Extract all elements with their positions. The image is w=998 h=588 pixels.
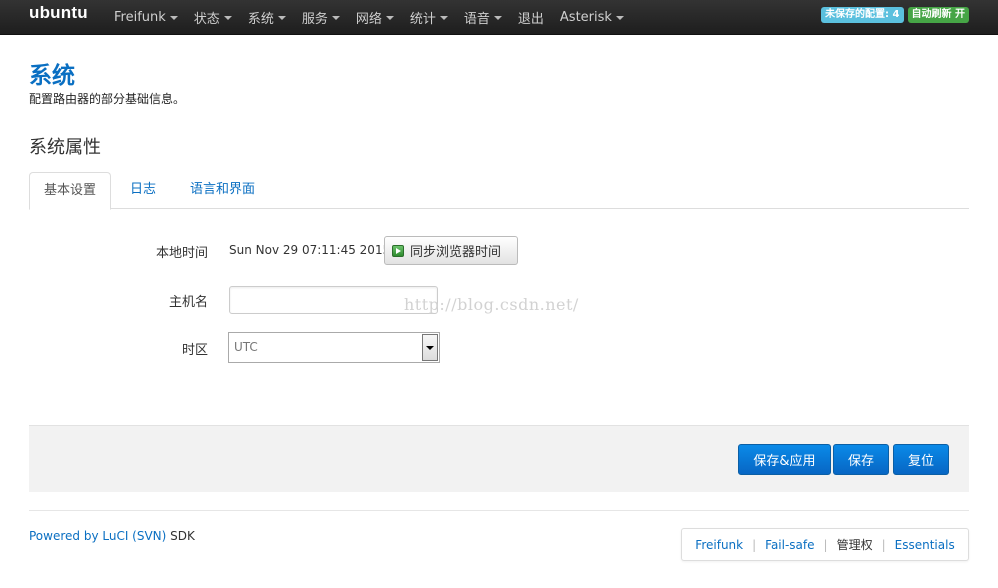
caret-down-icon <box>439 16 448 20</box>
menu-label: 网络 <box>355 11 382 27</box>
tab-language-and-style[interactable]: 语言和界面 <box>190 172 255 208</box>
menu-label: 状态 <box>193 11 220 27</box>
auto-refresh-badge[interactable]: 自动刷新 开 <box>907 7 969 23</box>
menu-item-network[interactable]: 网络 <box>350 8 400 27</box>
separator: | <box>881 537 886 552</box>
menu-label: 语音 <box>463 11 490 27</box>
tab-logging[interactable]: 日志 <box>130 172 156 208</box>
caret-down-icon <box>615 16 624 20</box>
menu-item-services[interactable]: 服务 <box>296 8 346 27</box>
sync-browser-time-button[interactable]: 同步浏览器时间 <box>384 236 518 265</box>
menu-item-asterisk[interactable]: Asterisk <box>554 10 630 25</box>
tab-basic-settings[interactable]: 基本设置 <box>29 172 112 210</box>
top-navbar: ubuntu Freifunk 状态 系统 服务 网络 统计 语音 退出 Ast… <box>0 0 998 35</box>
unsaved-changes-badge[interactable]: 未保存的配置: 4 <box>821 7 904 23</box>
footer-link-freifunk[interactable]: Freifunk <box>695 538 743 552</box>
reset-button[interactable]: 复位 <box>893 444 949 475</box>
caret-down-icon <box>493 16 502 20</box>
dropdown-arrow-icon[interactable] <box>422 334 438 361</box>
footer-link-essentials[interactable]: Essentials <box>895 538 955 552</box>
separator: | <box>823 537 828 552</box>
powered-by: Powered by LuCI (SVN) SDK <box>29 529 195 543</box>
brand-logo[interactable]: ubuntu <box>29 3 88 23</box>
footer-item-admin: 管理权 <box>836 538 873 552</box>
footer-link-fail-safe[interactable]: Fail-safe <box>765 538 814 552</box>
footer-links: Freifunk | Fail-safe | 管理权 | Essentials <box>681 528 969 561</box>
page-description: 配置路由器的部分基础信息。 <box>29 92 186 106</box>
section-title: 系统属性 <box>29 137 101 158</box>
menu-label: 退出 <box>517 11 544 27</box>
luci-link[interactable]: Powered by LuCI (SVN) <box>29 529 166 543</box>
menu-item-voice[interactable]: 语音 <box>458 8 508 27</box>
menu-label: 统计 <box>409 11 436 27</box>
local-time-label: 本地时间 <box>155 246 208 261</box>
menu-label: Freifunk <box>114 9 166 25</box>
main-menu: Freifunk 状态 系统 服务 网络 统计 语音 退出 Asterisk <box>108 0 634 34</box>
caret-down-icon <box>331 16 340 20</box>
powered-suffix: SDK <box>166 529 195 543</box>
separator: | <box>752 537 757 552</box>
menu-item-statistics[interactable]: 统计 <box>404 8 454 27</box>
form-action-bar: 保存&应用 保存 复位 <box>29 425 969 492</box>
caret-down-icon <box>223 16 232 20</box>
menu-item-freifunk[interactable]: Freifunk <box>108 10 184 25</box>
hostname-label: 主机名 <box>168 295 208 310</box>
menu-item-system[interactable]: 系统 <box>242 8 292 27</box>
menu-item-logout[interactable]: 退出 <box>512 8 550 27</box>
caret-down-icon <box>169 16 178 20</box>
timezone-label: 时区 <box>181 343 208 358</box>
menu-label: 服务 <box>301 11 328 27</box>
play-icon <box>392 244 404 257</box>
local-time-value: Sun Nov 29 07:11:45 2015 <box>229 243 391 257</box>
footer-divider <box>29 510 969 511</box>
menu-label: 系统 <box>247 11 274 27</box>
status-badges: 未保存的配置: 4 自动刷新 开 <box>817 7 969 23</box>
caret-down-icon <box>385 16 394 20</box>
save-button[interactable]: 保存 <box>833 444 889 475</box>
menu-item-status[interactable]: 状态 <box>188 8 238 27</box>
timezone-selected-value: UTC <box>234 340 258 354</box>
caret-down-icon <box>277 16 286 20</box>
settings-tabs: 基本设置 日志 语言和界面 <box>29 172 969 210</box>
save-apply-button[interactable]: 保存&应用 <box>738 444 831 475</box>
menu-label: Asterisk <box>559 9 612 25</box>
page-title: 系统 <box>29 63 75 89</box>
timezone-select[interactable]: UTC <box>228 332 440 363</box>
watermark-text: http://blog.csdn.net/ <box>404 295 579 314</box>
sync-button-label: 同步浏览器时间 <box>410 245 502 260</box>
